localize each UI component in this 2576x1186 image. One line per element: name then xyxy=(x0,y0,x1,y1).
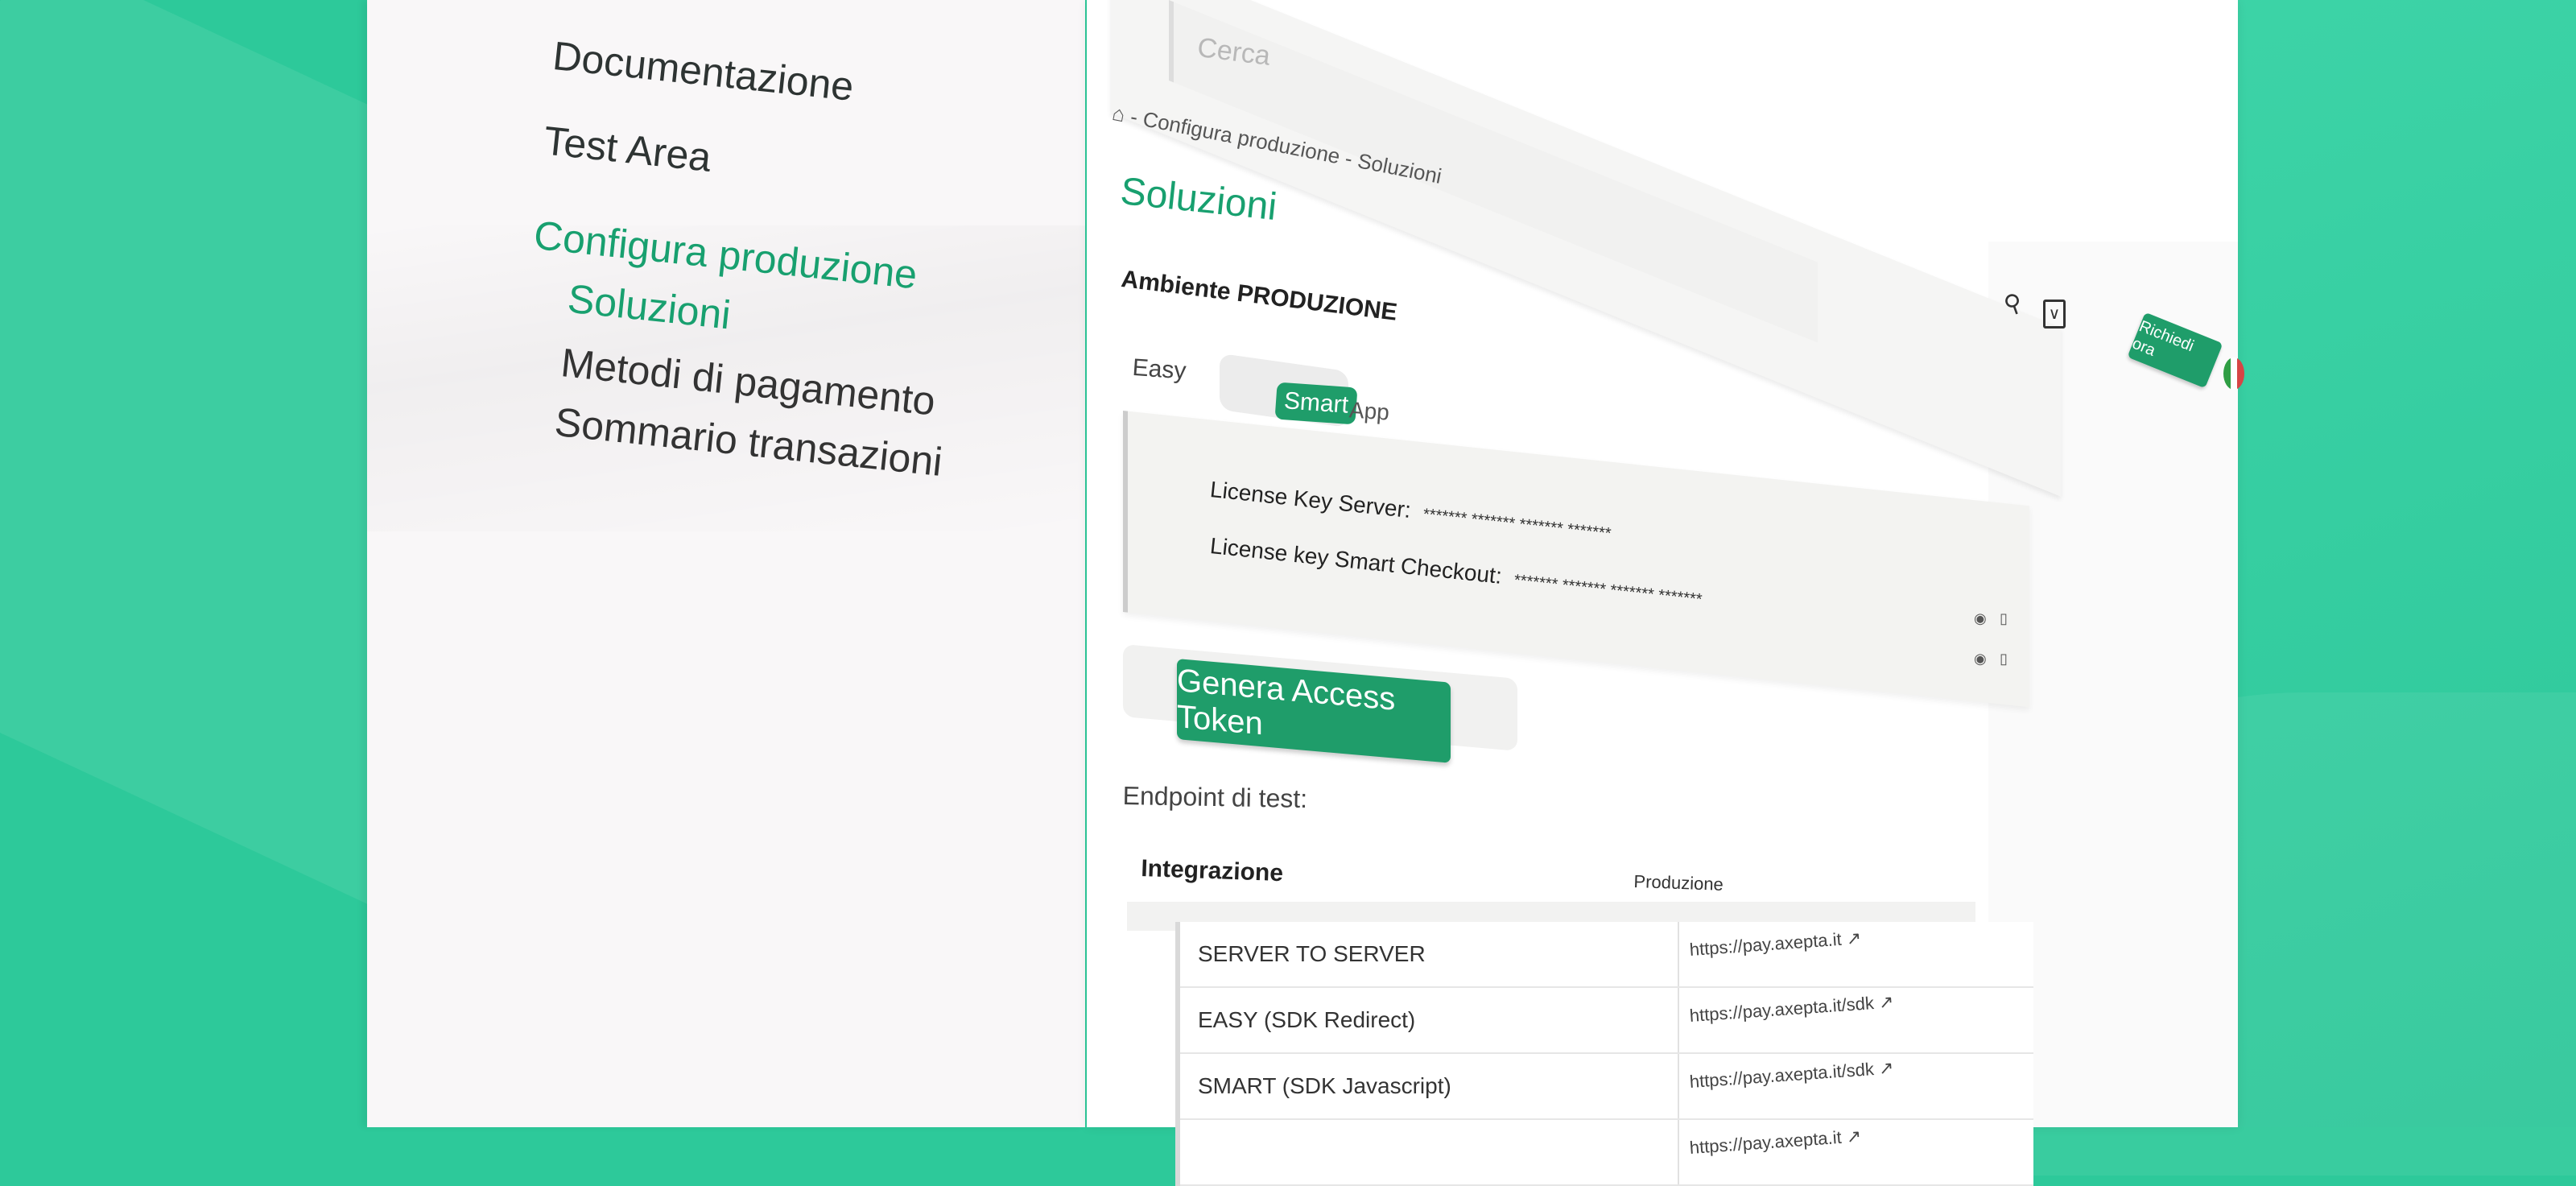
endpoint-url[interactable]: https://pay.axepta.it/sdk xyxy=(1689,1059,1875,1092)
language-flag-icon[interactable] xyxy=(2223,357,2244,390)
integration-name: EASY (SDK Redirect) xyxy=(1198,1007,1416,1032)
integration-name: SMART (SDK Javascript) xyxy=(1198,1073,1451,1098)
column-divider xyxy=(1678,1120,1679,1184)
endpoint-link[interactable]: https://pay.axepta.it/sdk ↗ xyxy=(1689,991,1894,1027)
endpoint-url[interactable]: https://pay.axepta.it xyxy=(1689,929,1842,960)
column-divider xyxy=(1678,1054,1679,1118)
endpoint-url[interactable]: https://pay.axepta.it/sdk xyxy=(1689,993,1875,1026)
external-link-icon[interactable]: ↗ xyxy=(1878,1057,1894,1078)
external-link-icon[interactable]: ↗ xyxy=(1846,1126,1862,1147)
tab-smart[interactable]: Smart xyxy=(1274,382,1358,425)
endpoint-link[interactable]: https://pay.axepta.it/sdk ↗ xyxy=(1689,1057,1894,1093)
endpoint-link[interactable]: https://pay.axepta.it ↗ xyxy=(1689,1126,1862,1159)
copy-icon[interactable]: ▯ xyxy=(2000,610,2008,627)
mail-icon[interactable]: ∨ xyxy=(2043,300,2066,329)
integration-name: SERVER TO SERVER xyxy=(1198,941,1426,966)
external-link-icon[interactable]: ↗ xyxy=(1846,928,1862,948)
eye-icon[interactable]: ◉ xyxy=(1974,651,1987,667)
tab-app[interactable]: App xyxy=(1348,397,1390,425)
column-divider xyxy=(1678,922,1679,986)
endpoint-label: Endpoint di test: xyxy=(1122,781,1308,813)
column-divider xyxy=(1678,988,1679,1052)
table-row: SMART (SDK Javascript) https://pay.axept… xyxy=(1180,1054,2033,1120)
endpoint-link[interactable]: https://pay.axepta.it ↗ xyxy=(1689,928,1862,961)
endpoint-table: SERVER TO SERVER https://pay.axepta.it ↗… xyxy=(1175,922,2033,1186)
table-row: https://pay.axepta.it ↗ xyxy=(1180,1120,2033,1186)
table-row: SERVER TO SERVER https://pay.axepta.it ↗ xyxy=(1180,922,2033,988)
tab-easy[interactable]: Easy xyxy=(1132,354,1187,386)
sidebar-nav: Documentazione Test Area Configura produ… xyxy=(513,32,983,486)
table-header-produzione: Produzione xyxy=(1633,871,1724,895)
external-link-icon[interactable]: ↗ xyxy=(1878,991,1894,1012)
copy-icon[interactable]: ▯ xyxy=(2000,651,2008,667)
endpoint-url[interactable]: https://pay.axepta.it xyxy=(1689,1127,1842,1158)
table-header-integrazione: Integrazione xyxy=(1140,855,1284,887)
table-row: EASY (SDK Redirect) https://pay.axepta.i… xyxy=(1180,988,2033,1054)
eye-icon[interactable]: ◉ xyxy=(1974,610,1987,627)
sidebar-item-test-area[interactable]: Test Area xyxy=(542,117,974,208)
